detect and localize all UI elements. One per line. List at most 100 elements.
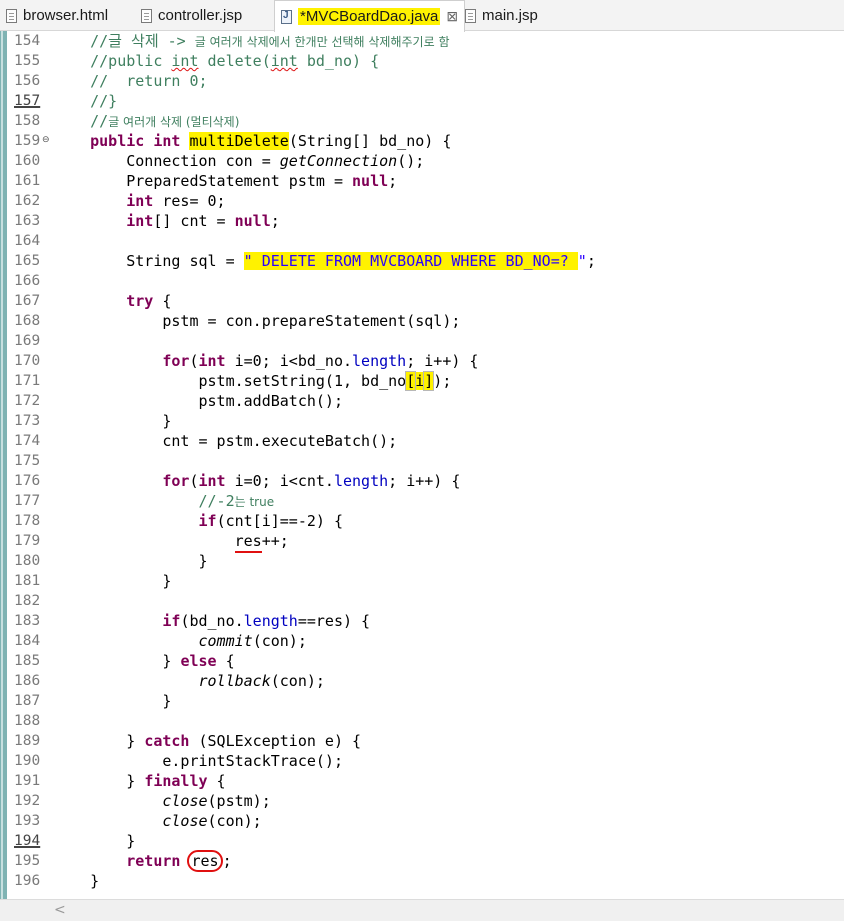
line-number: 189 (14, 733, 41, 749)
code-line: 155 //public int delete(int bd_no) { (14, 52, 380, 70)
line-number: 191 (14, 773, 41, 789)
code-line: 183 if(bd_no.length==res) { (14, 612, 371, 630)
line-number: 178 (14, 513, 41, 529)
code-line: 178 if(cnt[i]==-2) { (14, 512, 343, 530)
code-line: 185 } else { (14, 652, 235, 670)
code-line: 190 e.printStackTrace(); (14, 752, 343, 770)
line-number: 172 (14, 393, 41, 409)
line-number: 168 (14, 313, 41, 329)
line-number: 161 (14, 173, 41, 189)
line-number: 163 (14, 213, 41, 229)
tab-browser-html[interactable]: browser.html (6, 0, 108, 31)
tab-label: main.jsp (482, 7, 538, 24)
line-number: 193 (14, 813, 41, 829)
jsp-file-icon (141, 8, 152, 23)
line-number: 155 (14, 53, 41, 69)
red-underline-annotation: res (234, 532, 262, 553)
line-number: 156 (14, 73, 41, 89)
line-number: 166 (14, 273, 41, 289)
java-file-icon (281, 9, 292, 24)
tab-label: controller.jsp (158, 7, 243, 24)
line-number: 154 (14, 33, 41, 49)
code-line: 180 } (14, 552, 208, 570)
html-file-icon (6, 8, 17, 23)
tab-label: *MVCBoardDao.java (298, 8, 441, 25)
line-number: 167 (14, 293, 41, 309)
line-number: 157 (14, 93, 41, 109)
code-line: 171 pstm.setString(1, bd_no[i]); (14, 371, 452, 391)
line-number: 165 (14, 253, 41, 269)
code-line: 167 try { (14, 292, 172, 310)
line-number: 195 (14, 853, 41, 869)
fold-collapse-icon[interactable]: ⊖ (42, 135, 50, 145)
code-line: 160 Connection con = getConnection(); (14, 152, 425, 170)
line-number: 196 (14, 873, 41, 889)
line-number: 158 (14, 113, 41, 129)
code-line: 174 cnt = pstm.executeBatch(); (14, 432, 398, 450)
code-line: 175 (0, 451, 844, 471)
code-line: 161 PreparedStatement pstm = null; (14, 172, 398, 190)
tab-controller-jsp[interactable]: controller.jsp (141, 0, 242, 31)
line-number: 190 (14, 753, 41, 769)
code-line: 176 for(int i=0; i<cnt.length; i++) { (14, 472, 461, 490)
horizontal-scrollbar[interactable]: < (0, 899, 844, 921)
code-line: 186 rollback(con); (14, 672, 325, 690)
line-number: 160 (14, 153, 41, 169)
code-line: 169 (0, 331, 844, 351)
line-number: 174 (14, 433, 41, 449)
line-number: 159 (14, 133, 41, 149)
line-number: 183 (14, 613, 41, 629)
line-number: 181 (14, 573, 41, 589)
tab-label: browser.html (23, 7, 109, 24)
line-number: 185 (14, 653, 41, 669)
line-number: 194 (14, 833, 41, 849)
scroll-left-arrow-icon[interactable]: < (54, 902, 66, 918)
line-number: 187 (14, 693, 41, 709)
line-number: 177 (14, 493, 41, 509)
line-number: 184 (14, 633, 41, 649)
code-line: 187 } (14, 692, 172, 710)
code-line: 194 } (14, 832, 136, 850)
code-line: 158 //글 여러개 삭제 (멀티삭제) (14, 112, 240, 130)
line-number: 186 (14, 673, 41, 689)
line-number: 182 (14, 593, 41, 609)
line-number: 180 (14, 553, 41, 569)
jsp-file-icon (465, 8, 476, 23)
code-editor[interactable]: 154 //글 삭제 -> 글 여러개 삭제에서 한개만 선택해 삭제해주기로 … (0, 31, 844, 899)
code-line: 164 (0, 231, 844, 251)
code-line: 172 pstm.addBatch(); (14, 392, 343, 410)
code-line: 182 (0, 591, 844, 611)
code-line: 193 close(con); (14, 812, 262, 830)
code-line: 189 } catch (SQLException e) { (14, 732, 362, 750)
line-number: 188 (14, 713, 41, 729)
line-number: 175 (14, 453, 41, 469)
line-number: 179 (14, 533, 41, 549)
code-line: 188 (0, 711, 844, 731)
code-line: 166 (0, 271, 844, 291)
sql-string-highlight: " DELETE FROM MVCBOARD WHERE BD_NO=? (243, 252, 578, 270)
red-circle-annotation: res (187, 850, 223, 872)
code-line: 162 int res= 0; (14, 192, 226, 210)
line-number: 170 (14, 353, 41, 369)
line-number: 171 (14, 373, 41, 389)
code-line: 157 //} (14, 92, 118, 110)
line-number: 169 (14, 333, 41, 349)
close-icon[interactable]: ⊠ (446, 8, 458, 25)
tab-mvcboarddao-java[interactable]: *MVCBoardDao.java ⊠ (274, 0, 466, 32)
code-line: 173 } (14, 412, 172, 430)
code-line: 192 close(pstm); (14, 792, 271, 810)
code-line: 179 res++; (0, 531, 844, 553)
code-line: 170 for(int i=0; i<bd_no.length; i++) { (14, 352, 479, 370)
code-line: 165 String sql = " DELETE FROM MVCBOARD … (14, 252, 596, 270)
code-line: 163 int[] cnt = null; (14, 212, 280, 230)
code-line: 184 commit(con); (14, 632, 307, 650)
line-number: 192 (14, 793, 41, 809)
code-line: 196 } (14, 872, 100, 890)
line-number: 176 (14, 473, 41, 489)
code-line: 177 //-2는 true (14, 492, 275, 510)
code-line: 156 // return 0; (14, 72, 208, 90)
code-line: 195 return res; (14, 850, 232, 872)
method-name-highlight: multiDelete (189, 132, 289, 150)
editor-tab-bar: browser.html controller.jsp *MVCBoardDao… (0, 0, 844, 32)
tab-main-jsp[interactable]: main.jsp (465, 0, 538, 31)
